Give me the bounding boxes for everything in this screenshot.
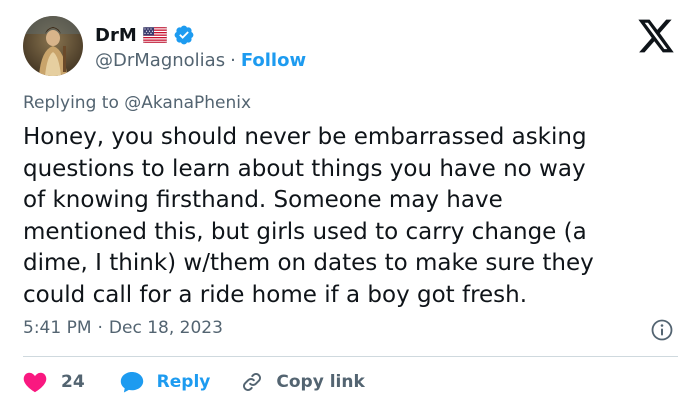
reply-button[interactable]: Reply xyxy=(119,370,211,394)
timestamp-separator: · xyxy=(97,318,103,338)
author-avatar[interactable] xyxy=(23,16,83,76)
like-count: 24 xyxy=(61,372,85,392)
replying-to-prefix: Replying to xyxy=(23,93,119,113)
handle-separator: · xyxy=(230,49,236,71)
copy-link-label: Copy link xyxy=(276,372,365,392)
tweet-card: DrM @DrMagnolias · Follow Replying to @A… xyxy=(0,0,700,410)
follow-button[interactable]: Follow xyxy=(241,50,306,71)
like-button[interactable]: 24 xyxy=(23,371,85,393)
reply-label: Reply xyxy=(156,372,211,392)
tweet-date: Dec 18, 2023 xyxy=(108,318,223,338)
author-handle-row: @DrMagnolias · Follow xyxy=(95,48,306,72)
tweet-text-line: could call for a ride home if a boy got … xyxy=(23,281,528,308)
heart-icon xyxy=(23,371,47,393)
replying-to: Replying to @AkanaPhenix xyxy=(23,93,251,113)
author-display-name[interactable]: DrM xyxy=(95,25,137,46)
author-name-row: DrM xyxy=(95,22,195,48)
tweet-text-line: mentioned this, but girls used to carry … xyxy=(23,218,587,245)
link-icon xyxy=(240,370,264,394)
tweet-text-line: questions to learn about things you have… xyxy=(23,155,586,182)
tweet-text-line: of knowing firsthand. Someone may have xyxy=(23,187,503,213)
x-logo-icon[interactable] xyxy=(636,18,676,54)
verified-badge-icon[interactable] xyxy=(173,24,195,46)
tweet-timestamp[interactable]: 5:41 PM · Dec 18, 2023 xyxy=(23,318,223,338)
us-flag-icon xyxy=(142,26,168,44)
info-icon[interactable] xyxy=(650,318,674,342)
tweet-text: Honey, you should never be embarrassed a… xyxy=(23,122,683,311)
reply-bubble-icon xyxy=(119,370,145,394)
action-bar: 24 Reply Copy link xyxy=(23,368,365,396)
replying-to-handle[interactable]: @AkanaPhenix xyxy=(124,93,251,113)
tweet-text-line: Honey, you should never be embarrassed a… xyxy=(23,124,587,150)
divider xyxy=(23,356,678,357)
tweet-text-line: dime, I think) w/them on dates to make s… xyxy=(23,250,594,276)
tweet-time: 5:41 PM xyxy=(23,318,92,338)
author-handle[interactable]: @DrMagnolias xyxy=(95,50,225,71)
copy-link-button[interactable]: Copy link xyxy=(240,370,365,394)
